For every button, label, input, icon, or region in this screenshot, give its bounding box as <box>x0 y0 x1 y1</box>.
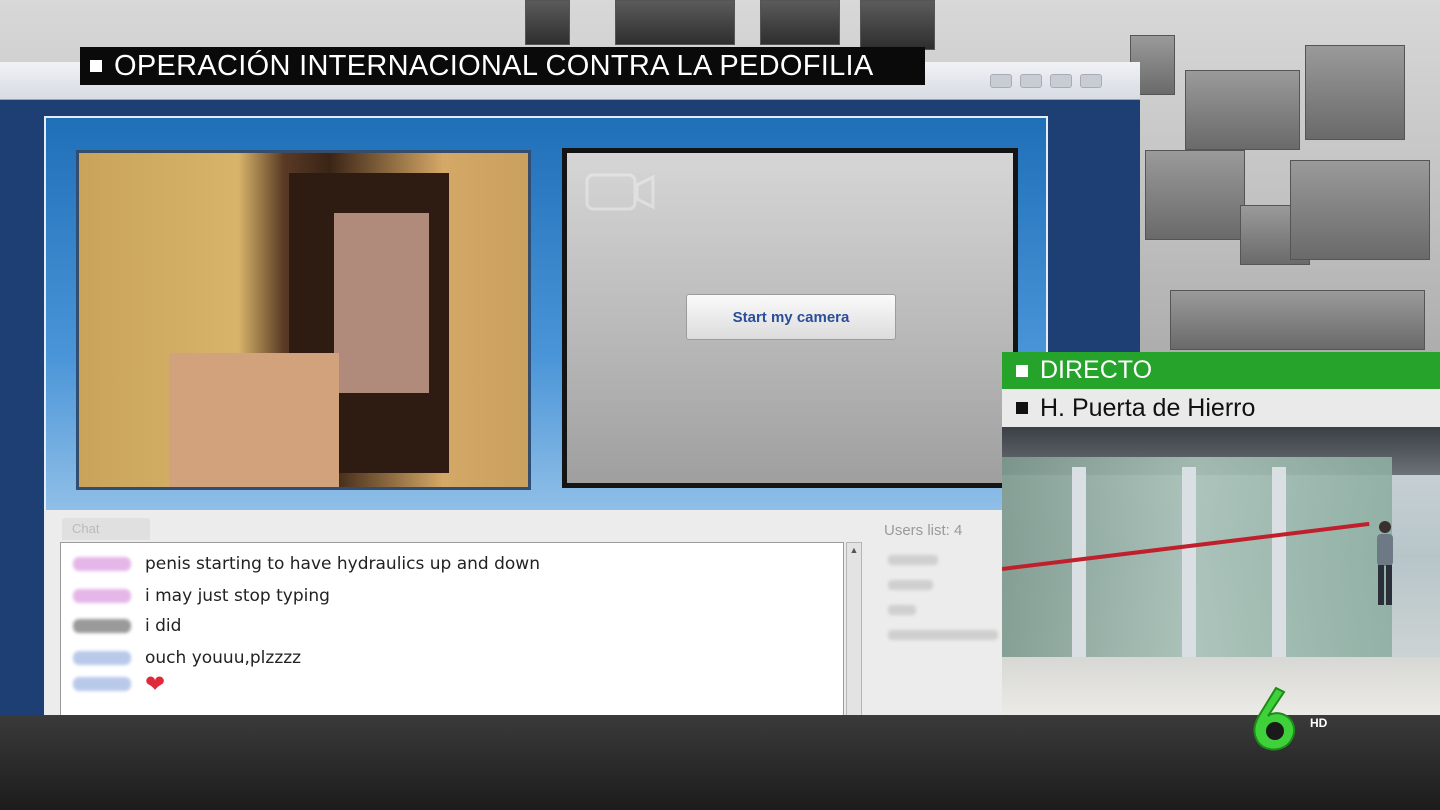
chat-message: i may just stop typing <box>73 583 330 609</box>
building <box>1305 45 1405 140</box>
live-inset-labels: DIRECTO H. Puerta de Hierro <box>1002 352 1440 427</box>
bullet-square-icon <box>1016 364 1028 377</box>
remote-video-pixelated <box>76 150 531 490</box>
nickname-blurred <box>73 557 131 571</box>
pavement <box>1002 657 1440 715</box>
chat-message: ouch youuu,plzzzz <box>73 645 301 671</box>
bottom-background-strip <box>0 715 1440 810</box>
headline-text: OPERACIÓN INTERNACIONAL CONTRA LA PEDOFI… <box>114 49 874 82</box>
tab-chat[interactable]: Chat <box>62 518 150 540</box>
building <box>1145 150 1245 240</box>
face-block <box>334 213 429 393</box>
pedestrian-figure <box>1377 521 1393 605</box>
user-item[interactable] <box>888 580 933 590</box>
toolbar-button-icon[interactable] <box>1020 74 1042 88</box>
pillar <box>1272 467 1286 687</box>
toolbar-button-icon[interactable] <box>990 74 1012 88</box>
building <box>1170 290 1425 350</box>
chat-messages: penis starting to have hydraulics up and… <box>60 542 844 715</box>
user-item[interactable] <box>888 555 938 565</box>
nickname-blurred <box>73 651 131 665</box>
building <box>525 0 570 45</box>
toolbar-button-icon[interactable] <box>1080 74 1102 88</box>
building <box>860 0 935 50</box>
chat-message: i did <box>73 613 181 639</box>
chat-website-screen: Start my camera Chat penis starting to h… <box>0 100 1140 715</box>
live-video-feed <box>1002 427 1440 715</box>
building <box>615 0 735 45</box>
live-badge: DIRECTO <box>1002 352 1440 389</box>
chat-message: penis starting to have hydraulics up and… <box>73 551 540 577</box>
user-item[interactable] <box>888 605 916 615</box>
chat-panel: Chat penis starting to have hydraulics u… <box>46 510 1050 715</box>
toolbar-button-icon[interactable] <box>1050 74 1072 88</box>
video-camera-icon <box>585 173 655 211</box>
local-video-panel: Start my camera <box>562 148 1018 488</box>
building <box>1290 160 1430 260</box>
hd-badge: HD <box>1310 716 1328 730</box>
pillar <box>1072 467 1086 687</box>
pillar <box>1182 467 1196 687</box>
users-list-label: Users list: 4 <box>884 522 963 539</box>
heart-icon: ❤ <box>145 670 166 698</box>
user-item[interactable] <box>888 630 998 640</box>
nickname-blurred <box>73 589 131 603</box>
building <box>1185 70 1300 150</box>
nickname-blurred <box>73 619 131 633</box>
bullet-square-icon <box>90 60 102 72</box>
scroll-up-icon[interactable]: ▲ <box>847 543 861 557</box>
laSexta-6-logo <box>1253 686 1296 751</box>
bullet-square-icon <box>1016 402 1028 414</box>
chat-message: ❤ <box>73 670 166 698</box>
nickname-blurred <box>73 677 131 691</box>
shoulder-block <box>169 353 339 487</box>
video-chat-site: Start my camera Chat penis starting to h… <box>44 116 1050 715</box>
chat-scrollbar[interactable]: ▲ <box>846 542 862 715</box>
headline-banner: OPERACIÓN INTERNACIONAL CONTRA LA PEDOFI… <box>80 47 925 85</box>
glass-facade <box>1002 457 1392 687</box>
building <box>760 0 840 45</box>
location-label: H. Puerta de Hierro <box>1002 389 1440 427</box>
start-camera-button[interactable]: Start my camera <box>686 294 896 340</box>
